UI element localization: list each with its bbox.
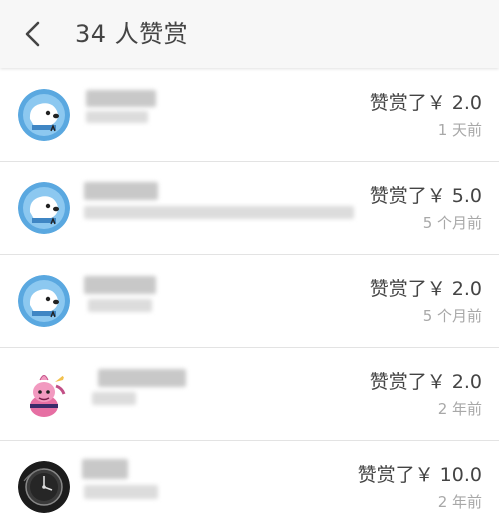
list-item[interactable]: 赞赏了￥ 2.0 2 年前 <box>0 348 499 441</box>
reward-amount: 赞赏了￥ 5.0 <box>369 185 482 207</box>
chevron-left-icon <box>25 21 40 47</box>
avatar[interactable] <box>18 368 70 420</box>
page-title: 34 人赞赏 <box>75 20 189 48</box>
reward-time: 5 个月前 <box>422 307 482 325</box>
reward-amount: 赞赏了￥ 2.0 <box>369 371 482 393</box>
reward-time: 5 个月前 <box>422 214 482 232</box>
blurred-username <box>86 90 156 107</box>
list-item[interactable]: 赞赏了￥ 10.0 2 年前 <box>0 441 499 515</box>
reward-time: 1 天前 <box>437 121 482 139</box>
avatar[interactable] <box>18 89 70 141</box>
dark-watch-avatar-icon <box>18 461 70 513</box>
reward-amount: 赞赏了￥ 2.0 <box>369 92 482 114</box>
blue-dog-avatar-icon <box>18 89 70 141</box>
blurred-username <box>98 369 186 387</box>
blue-dog-avatar-icon <box>18 275 70 327</box>
top-bar: 34 人赞赏 <box>0 0 499 68</box>
blurred-username <box>82 459 128 479</box>
reward-list: 赞赏了￥ 2.0 1 天前 赞赏了￥ 5.0 5 个月前 赞赏了￥ 2.0 5 … <box>0 69 499 515</box>
blue-dog-avatar-icon <box>18 182 70 234</box>
reward-amount: 赞赏了￥ 10.0 <box>357 464 482 486</box>
cartoon-character-avatar-icon <box>18 368 70 420</box>
blurred-subtitle <box>88 299 152 312</box>
avatar[interactable] <box>18 182 70 234</box>
blurred-subtitle <box>92 392 136 405</box>
reward-list-screen: 34 人赞赏 赞赏了￥ 2.0 1 天前 赞赏了￥ 5.0 5 个月前 赞赏了￥… <box>0 0 499 515</box>
blurred-subtitle <box>84 485 158 499</box>
list-item[interactable]: 赞赏了￥ 2.0 1 天前 <box>0 69 499 162</box>
list-item[interactable]: 赞赏了￥ 5.0 5 个月前 <box>0 162 499 255</box>
blurred-subtitle <box>84 206 354 219</box>
avatar[interactable] <box>18 461 70 513</box>
blurred-username <box>84 276 156 294</box>
reward-time: 2 年前 <box>437 400 482 418</box>
reward-time: 2 年前 <box>437 493 482 511</box>
reward-amount: 赞赏了￥ 2.0 <box>369 278 482 300</box>
avatar[interactable] <box>18 275 70 327</box>
blurred-subtitle <box>86 111 148 123</box>
list-item[interactable]: 赞赏了￥ 2.0 5 个月前 <box>0 255 499 348</box>
blurred-username <box>84 182 158 200</box>
back-button[interactable] <box>14 14 54 54</box>
